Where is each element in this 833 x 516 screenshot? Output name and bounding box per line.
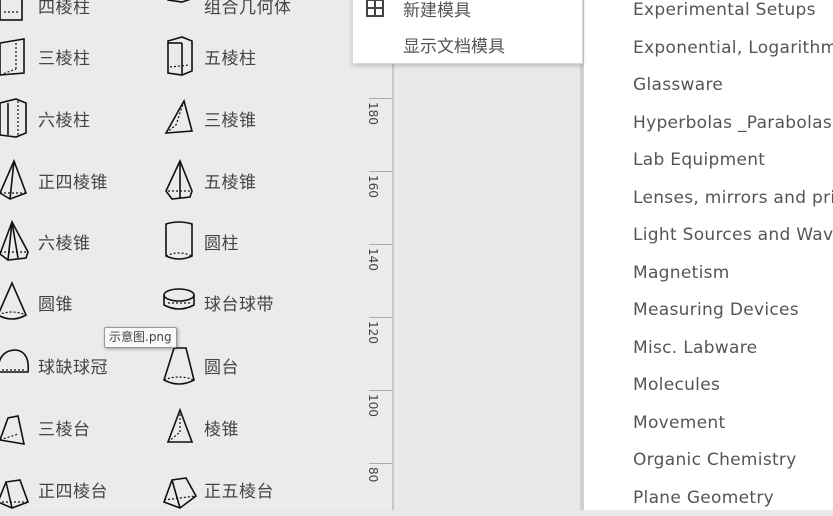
spherical-segment-icon <box>163 288 195 310</box>
ruler-tick <box>369 317 392 318</box>
ruler-tick <box>369 244 392 245</box>
shape-label: 球台球带 <box>204 294 274 315</box>
shape-label: 圆台 <box>204 357 239 378</box>
shape-item[interactable]: 球台球带 <box>162 277 274 327</box>
pyramid-icon <box>166 407 194 443</box>
shape-label: 正四棱锥 <box>38 172 108 193</box>
category-item[interactable]: Lab Equipment <box>633 142 765 178</box>
shape-label: 六棱锥 <box>38 233 91 254</box>
frustum-cone-icon <box>163 347 195 385</box>
ruler-label: 80 <box>366 467 380 483</box>
triangular-pyramid-icon <box>164 98 194 134</box>
shape-item[interactable]: 组合几何体 <box>162 0 292 30</box>
category-item[interactable]: Plane Geometry <box>633 480 774 516</box>
cylinder-icon <box>165 221 193 260</box>
square-frustum-icon <box>0 479 30 509</box>
ruler-label: 100 <box>366 394 380 417</box>
vertical-ruler: 180 160 140 120 100 80 <box>352 62 394 510</box>
menu-item-label: 新建模具 <box>403 0 471 21</box>
ruler-label: 160 <box>366 175 380 198</box>
shape-item[interactable]: 六棱柱 <box>0 93 91 143</box>
category-item[interactable]: Molecules <box>633 367 720 403</box>
shape-item[interactable]: 三棱台 <box>0 402 91 452</box>
ruler-label: 180 <box>366 102 380 125</box>
shape-item[interactable]: 圆柱 <box>162 216 239 266</box>
category-item[interactable]: Light Sources and Wav <box>633 217 833 253</box>
shape-label: 圆锥 <box>38 294 73 315</box>
category-item[interactable]: Lenses, mirrors and pri <box>633 180 833 216</box>
cone-icon <box>0 281 28 320</box>
pentagonal-pyramid-icon <box>165 158 193 200</box>
shape-item[interactable]: 圆锥 <box>0 277 73 327</box>
shape-label: 棱锥 <box>204 419 239 440</box>
category-item[interactable]: Misc. Labware <box>633 330 757 366</box>
triangular-prism-icon <box>0 38 25 76</box>
context-menu: 新建模具 显示文档模具 <box>352 0 583 64</box>
hexagonal-prism-icon <box>0 98 27 138</box>
shape-label: 五棱锥 <box>204 172 257 193</box>
category-item[interactable]: Hyperbolas _Parabolas <box>633 105 832 141</box>
category-list-panel: Experimental Setups Exponential, Logarith… <box>584 0 833 510</box>
shape-item[interactable]: 正五棱台 <box>162 464 274 514</box>
shape-library-panel: 四棱柱 组合几何体三棱柱 五棱柱六棱柱 三棱锥正四棱锥 五棱锥六棱锥 圆柱圆锥 球台球带球缺… <box>0 0 352 510</box>
shape-item[interactable]: 三棱锥 <box>162 93 257 143</box>
shape-item[interactable]: 四棱柱 <box>0 0 91 30</box>
quadrangular-prism-icon <box>0 0 23 21</box>
shape-item[interactable]: 正四棱台 <box>0 464 108 514</box>
category-item[interactable]: Magnetism <box>633 255 730 291</box>
shape-item[interactable]: 六棱锥 <box>0 216 91 266</box>
menu-item-new-stencil[interactable]: 新建模具 <box>353 0 582 25</box>
ruler-tick <box>369 463 392 464</box>
composite-solid-icon <box>167 0 191 3</box>
category-item[interactable]: Measuring Devices <box>633 292 799 328</box>
shape-item[interactable]: 五棱柱 <box>162 31 257 81</box>
shape-label: 正五棱台 <box>204 481 274 502</box>
pentagonal-prism-icon <box>167 36 193 76</box>
ruler-tick <box>369 390 392 391</box>
hexagonal-pyramid-icon <box>0 220 29 261</box>
shape-item[interactable]: 正四棱锥 <box>0 155 108 205</box>
grid-icon <box>366 0 384 17</box>
shape-label: 球缺球冠 <box>38 357 108 378</box>
shape-item[interactable]: 三棱柱 <box>0 31 91 81</box>
tooltip: 示意图.png <box>104 327 177 348</box>
square-pyramid-icon <box>0 158 28 200</box>
category-item[interactable]: Exponential, Logarithm <box>633 30 833 66</box>
shape-label: 组合几何体 <box>204 0 292 18</box>
category-item[interactable]: Glassware <box>633 67 723 103</box>
shape-item[interactable]: 棱锥 <box>162 402 239 452</box>
shape-label: 三棱柱 <box>38 48 91 69</box>
shape-item[interactable]: 五棱锥 <box>162 155 257 205</box>
category-item[interactable]: Organic Chemistry <box>633 442 797 478</box>
category-item[interactable]: Movement <box>633 405 725 441</box>
shape-label: 五棱柱 <box>204 48 257 69</box>
category-item[interactable]: Experimental Setups <box>633 0 816 28</box>
shape-label: 圆柱 <box>204 233 239 254</box>
ruler-label: 140 <box>366 248 380 271</box>
shape-label: 三棱台 <box>38 419 91 440</box>
triangular-frustum-icon <box>0 415 26 445</box>
ruler-label: 120 <box>366 321 380 344</box>
menu-item-label: 显示文档模具 <box>403 36 505 57</box>
ruler-tick <box>369 171 392 172</box>
drawing-canvas[interactable] <box>394 62 580 510</box>
shape-label: 四棱柱 <box>38 0 91 18</box>
shape-label: 三棱锥 <box>204 110 257 131</box>
menu-item-show-document-stencil[interactable]: 显示文档模具 <box>353 27 582 61</box>
shape-label: 六棱柱 <box>38 110 91 131</box>
shape-label: 正四棱台 <box>38 481 108 502</box>
ruler-tick <box>369 98 392 99</box>
spherical-cap-icon <box>0 349 30 373</box>
shape-item[interactable]: 球缺球冠 <box>0 340 108 390</box>
pentagonal-frustum-icon <box>162 477 198 509</box>
